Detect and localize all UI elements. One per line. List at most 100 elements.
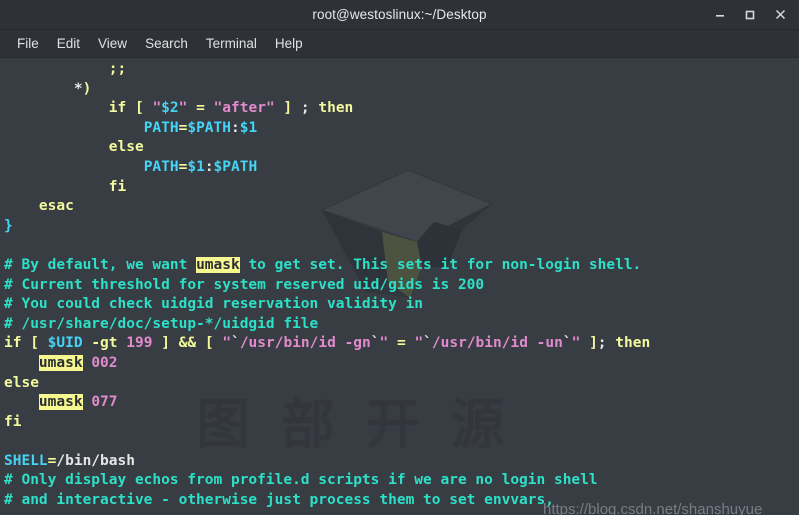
code-line: else	[4, 138, 799, 158]
code-token: SHELL	[4, 452, 48, 469]
code-token: ;	[597, 335, 607, 352]
code-token: [	[204, 335, 214, 352]
code-token: "	[222, 335, 232, 352]
code-token: ]	[589, 335, 598, 352]
code-token: $1	[187, 158, 205, 175]
menu-item-search[interactable]: Search	[136, 33, 197, 55]
code-token: # and interactive - otherwise just proce…	[4, 492, 554, 509]
code-line: if [ $UID -gt 199 ] && [ "`/usr/bin/id -…	[4, 334, 799, 354]
code-token: ]	[283, 100, 293, 117]
code-token: 199	[126, 335, 153, 352]
code-token: -gt	[91, 335, 118, 352]
code-token: # By default, we want	[4, 256, 197, 273]
menu-item-file[interactable]: File	[8, 33, 48, 55]
code-token: $PATH	[187, 119, 231, 136]
minimize-button[interactable]	[705, 0, 735, 29]
code-line: # Only display echos from profile.d scri…	[4, 471, 799, 491]
code-line: fi	[4, 178, 799, 198]
code-token: if	[4, 335, 22, 352]
code-token: PATH	[143, 158, 179, 175]
menu-item-help[interactable]: Help	[266, 33, 312, 55]
code-token: # You could check uidgid reservation val…	[4, 296, 424, 313]
code-token: 002	[91, 354, 118, 371]
code-line: # /usr/share/doc/setup-*/uidgid file	[4, 315, 799, 335]
code-token: ;;	[4, 61, 127, 77]
code-token: $2	[161, 100, 179, 117]
code-token: ;	[300, 100, 310, 117]
menu-item-view[interactable]: View	[89, 33, 136, 55]
code-token: =	[196, 100, 205, 117]
code-token: else	[108, 139, 144, 156]
code-line: umask 002	[4, 354, 799, 374]
code-token: /usr/bin/id -un	[431, 335, 563, 352]
menu-item-terminal[interactable]: Terminal	[197, 33, 266, 55]
code-token: [	[30, 335, 39, 352]
menu-item-edit[interactable]: Edit	[48, 33, 89, 55]
code-token: "	[152, 100, 162, 117]
code-token: then	[615, 335, 651, 352]
code-token: `	[370, 335, 380, 352]
code-token: *	[73, 80, 83, 97]
code-token: /bin/bash	[56, 452, 135, 469]
code-line: PATH=$1:$PATH	[4, 158, 799, 178]
code-token: to get set. This sets it for non-login s…	[239, 256, 642, 273]
terminal-content[interactable]: 图 部 开 源 ;; *) if [ "$2" = "after" ] ; th…	[0, 58, 799, 515]
code-token: $PATH	[213, 158, 258, 175]
code-line: SHELL=/bin/bash	[4, 452, 799, 472]
code-token: "	[414, 335, 424, 352]
code-token: PATH	[143, 119, 179, 136]
code-token: $UID	[47, 335, 83, 352]
code-line: # You could check uidgid reservation val…	[4, 295, 799, 315]
code-token: )	[82, 80, 92, 97]
code-token: fi	[4, 413, 22, 430]
menu-bar: File Edit View Search Terminal Help	[0, 30, 799, 58]
minimize-icon	[716, 14, 724, 17]
code-token: :	[231, 119, 240, 136]
code-line: PATH=$PATH:$1	[4, 119, 799, 139]
code-token: # /usr/share/doc/setup-*/uidgid file	[4, 315, 319, 332]
highlighted-token: umask	[38, 354, 83, 371]
code-token: :	[204, 158, 214, 175]
code-line: else	[4, 374, 799, 394]
code-token: else	[4, 374, 39, 391]
close-icon	[775, 9, 785, 20]
code-token: ]	[161, 335, 170, 352]
code-line: if [ "$2" = "after" ] ; then	[4, 99, 799, 119]
code-line: # and interactive - otherwise just proce…	[4, 491, 799, 511]
code-token: }	[4, 217, 13, 234]
code-line: ;;	[4, 60, 799, 80]
code-token: `	[562, 335, 572, 352]
code-token: /usr/bin/id -gn	[239, 335, 371, 352]
code-token: if	[108, 100, 127, 117]
code-token: 077	[91, 394, 118, 411]
code-token: # Current threshold for system reserved …	[4, 276, 485, 293]
code-token: &&	[178, 335, 197, 352]
code-line: *)	[4, 80, 799, 100]
highlighted-token: umask	[196, 256, 240, 273]
code-line: umask 077	[4, 393, 799, 413]
terminal-window: root@westoslinux:~/Desktop File Edit View S…	[0, 0, 799, 515]
code-line: }	[4, 217, 799, 237]
title-bar: root@westoslinux:~/Desktop	[0, 0, 799, 30]
code-token: `	[423, 335, 432, 352]
code-line: # By default, we want umask to get set. …	[4, 256, 799, 276]
close-button[interactable]	[765, 0, 795, 29]
maximize-button[interactable]	[735, 0, 765, 29]
